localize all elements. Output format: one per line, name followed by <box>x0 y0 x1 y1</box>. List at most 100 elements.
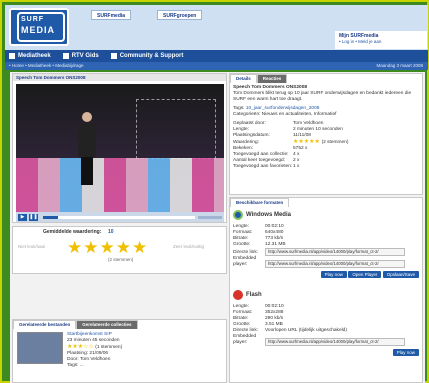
tab-related-files[interactable]: Gerelateerde bestanden <box>13 320 77 329</box>
info-value: 4 x <box>293 152 300 157</box>
content-area: Speech Tom Dommers ONS2008 ▶ ❚❚ Gemiddel… <box>10 72 425 383</box>
tab-related-collections[interactable]: Gerelateerde collecties <box>76 320 138 329</box>
outer-frame: SURF MEDIA SURFmedia SURFgroepen Mijn SU… <box>0 0 429 383</box>
formats-tabs: Beschikbare formaten <box>230 198 422 207</box>
info-value: 352x288 <box>265 310 284 316</box>
rating-stars-small: ★★★☆☆ <box>67 344 94 350</box>
info-value: 640x480 <box>265 230 284 235</box>
info-key: Toegevoegd aan favorieten: <box>233 164 293 169</box>
surfmedia-logo[interactable]: SURF MEDIA <box>9 8 69 46</box>
rating-label: Gemiddelde waardering: <box>43 229 102 235</box>
tab-details[interactable]: Details <box>230 74 257 83</box>
nav-item-mediatheek[interactable]: Mediatheek <box>5 53 59 59</box>
play-button[interactable]: ▶ <box>18 213 27 221</box>
star-icon[interactable]: ★ <box>116 239 131 256</box>
video-player[interactable] <box>16 84 224 212</box>
logo-text-bottom: MEDIA <box>21 25 55 35</box>
info-value[interactable]: http://www.surfmedia.nl/app/video/14000/… <box>265 248 405 256</box>
star-icon[interactable]: ★ <box>100 239 115 256</box>
progress-bar[interactable] <box>43 215 195 219</box>
info-value: (2 stemmen) <box>321 140 349 145</box>
info-key: Embedded player: <box>233 334 257 346</box>
stage-truss <box>136 99 216 159</box>
progress-fill <box>43 215 59 219</box>
video-panel: Speech Tom Dommers ONS2008 ▶ ❚❚ <box>12 73 227 223</box>
video-title: Speech Tom Dommers ONS2008 <box>13 74 226 81</box>
community-icon <box>110 53 117 59</box>
wm-buttons: Play now Open Player Opslaan/Save <box>233 271 419 279</box>
details-category: Categorieën: Nieuws en actualiteiten, In… <box>233 112 337 117</box>
related-rating: ★★★☆☆ (1 stemmen) <box>67 344 123 350</box>
provider-windows-media: Windows Media <box>233 210 419 220</box>
related-item: Startbijeenkomst SIP 23 minuten 45 secon… <box>67 332 122 369</box>
rating-high-label: Zeer leuk/nuttig <box>173 244 205 249</box>
tv-guide-icon <box>62 53 69 59</box>
info-row: Waardering: ★★★★★ (2 stemmen) <box>233 139 419 146</box>
rating-panel: Gemiddelde waardering: 10 Niet leuk/saai… <box>12 226 227 274</box>
info-value: 12.31 MB <box>265 242 286 247</box>
info-value: 11/11/08 <box>293 133 311 138</box>
nav-label: Mediatheek <box>18 53 51 59</box>
tag-link[interactable]: 10_jaar_surfonderwijsdagen_2008 <box>246 106 320 111</box>
info-row: Directe link: http://www.surfmedia.nl/app… <box>233 248 419 256</box>
details-tabs: Details Reacties <box>230 74 422 83</box>
provider-flash: Flash <box>233 290 419 301</box>
info-value: 2 x <box>293 158 300 163</box>
save-button[interactable]: Opslaan/Save <box>382 271 419 279</box>
nav-item-community[interactable]: Community & Support <box>107 53 192 59</box>
star-icon[interactable]: ★ <box>83 239 98 256</box>
windows-media-icon <box>233 210 243 220</box>
rating-low-label: Niet leuk/saai <box>18 244 46 249</box>
logo-text-top: SURF <box>21 16 45 23</box>
related-tags: Tags: ... <box>67 363 84 368</box>
volume-slider[interactable] <box>198 215 222 219</box>
flash-buttons: Play now <box>233 349 419 357</box>
info-value: Voorlopen URL (tijdelijk uitgeschakeld) <box>265 328 347 334</box>
tab-surfmedia[interactable]: SURFmedia <box>91 10 132 20</box>
tab-surfgroepen[interactable]: SURFgroepen <box>157 10 203 20</box>
info-row: Toegevoegd aan favorieten:1 x <box>233 164 419 170</box>
header-bar: SURF MEDIA SURFmedia SURFgroepen Mijn SU… <box>5 5 428 50</box>
formats-panel: Beschikbare formaten Windows Media Lengt… <box>229 197 423 383</box>
film-icon <box>9 53 15 59</box>
info-value[interactable]: http://www.surfmedia.nl/app/video/14000/… <box>265 260 405 268</box>
info-value: 773 kb/s <box>265 236 284 241</box>
tab-reacties[interactable]: Reacties <box>256 74 288 83</box>
current-date: Maandag 3 maart 2008 <box>376 63 423 68</box>
wm-rows: Lengte: 00:02:10 Formaat: 640x480 Bitrate: 77… <box>233 224 419 268</box>
rating-stars-small: ★★★★★ <box>293 139 322 145</box>
flash-play-now-button[interactable]: Play now <box>392 349 419 357</box>
breadcrumb: • Home • Mediatheek • Mediabijdrage Maan… <box>5 62 428 70</box>
breadcrumb-path[interactable]: • Home • Mediatheek • Mediabijdrage <box>9 63 84 68</box>
info-row: Embedded player: http://www.surfmedia.nl/… <box>233 256 419 268</box>
open-player-button[interactable]: Open Player <box>348 271 382 279</box>
info-value: 00:02:10 <box>265 224 284 229</box>
info-value: 3.51 MB <box>265 322 283 328</box>
flash-rows: Lengte: 00:02:10 Formaat: 352x288 Bitrate: 29… <box>233 304 419 346</box>
info-value: 00:02:10 <box>265 304 284 310</box>
info-value: 2 minuten 10 seconden <box>293 127 343 132</box>
rating-votes: (2 stemmen) <box>108 257 134 262</box>
star-icon[interactable]: ★ <box>132 239 147 256</box>
login-link[interactable]: • Log in • Meld je aan <box>339 39 423 44</box>
details-rows: Geplaatst door: Tom Veldhoen Lengte: 2 minu… <box>233 121 419 170</box>
related-panel: Gerelateerde bestanden Gerelateerde coll… <box>12 319 227 383</box>
player-controls: ▶ ❚❚ <box>16 212 224 222</box>
tab-formats[interactable]: Beschikbare formaten <box>230 198 290 207</box>
play-now-button[interactable]: Play now <box>320 271 347 279</box>
pause-button[interactable]: ❚❚ <box>29 213 38 221</box>
details-panel: Details Reacties Speech Tom Dommers ONS2… <box>229 73 423 195</box>
info-value[interactable]: http://www.surfmedia.nl/app/video/14000/… <box>265 338 405 346</box>
rating-score: 10 <box>108 229 114 235</box>
related-thumbnail[interactable] <box>17 332 63 364</box>
rating-stars[interactable]: ★ ★ ★ ★ ★ <box>67 239 148 256</box>
nav-item-rtv-gids[interactable]: RTV Gids <box>59 53 107 59</box>
flash-icon <box>233 290 243 301</box>
star-icon[interactable]: ★ <box>67 239 82 256</box>
info-value: Tom Veldhoen <box>293 121 324 126</box>
related-tabs: Gerelateerde bestanden Gerelateerde coll… <box>13 320 226 329</box>
nav-label: RTV Gids <box>71 53 99 59</box>
info-value: 290 kb/s <box>265 316 284 322</box>
info-value: 1 x <box>293 164 300 169</box>
info-row: Embedded player: http://www.surfmedia.nl/… <box>233 334 419 346</box>
